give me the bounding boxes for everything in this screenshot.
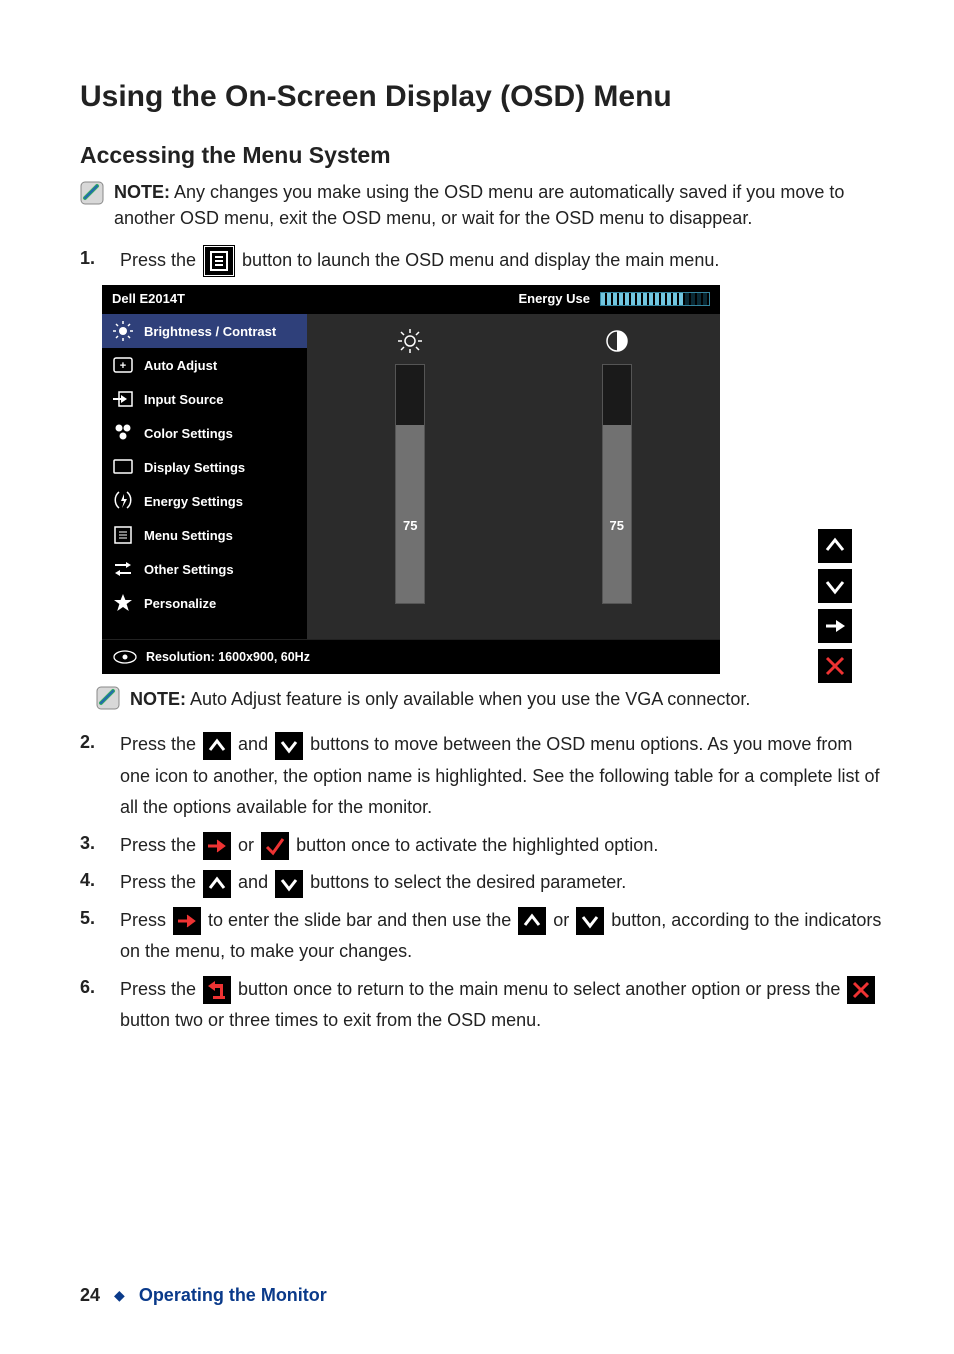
resolution-icon — [112, 648, 138, 666]
step-2-text: Press the and buttons to move between th… — [120, 729, 884, 824]
osd-item-other-settings[interactable]: Other Settings — [102, 552, 307, 586]
note-text: Auto Adjust feature is only available wh… — [186, 689, 750, 709]
osd-model: Dell E2014T — [112, 291, 185, 306]
contrast-large-icon — [604, 328, 630, 354]
energy-use-label: Energy Use — [518, 291, 590, 306]
osd-side-buttons — [818, 529, 852, 683]
energy-use-bar — [600, 292, 710, 306]
enter-button-icon — [173, 907, 201, 935]
nav-enter-button[interactable] — [818, 609, 852, 643]
menu-settings-icon — [112, 525, 134, 545]
step-number: 4. — [80, 867, 106, 899]
step-number: 2. — [80, 729, 106, 824]
contrast-value: 75 — [610, 518, 624, 533]
osd-item-display-settings[interactable]: Display Settings — [102, 450, 307, 484]
exit-button-icon — [847, 976, 875, 1004]
section-title: Operating the Monitor — [139, 1285, 327, 1306]
osd-item-input-source[interactable]: Input Source — [102, 382, 307, 416]
step-5-text: Press to enter the slide bar and then us… — [120, 905, 884, 968]
osd-menu-list: Brightness / Contrast Auto Adjust Input … — [102, 314, 307, 639]
osd-item-personalize[interactable]: Personalize — [102, 586, 307, 620]
up-button-icon — [518, 907, 546, 935]
up-button-icon — [203, 732, 231, 760]
step-number: 5. — [80, 905, 106, 968]
osd-item-color-settings[interactable]: Color Settings — [102, 416, 307, 450]
color-settings-icon — [112, 423, 134, 443]
step-3-text: Press the or button once to activate the… — [120, 830, 884, 862]
step-4-text: Press the and buttons to select the desi… — [120, 867, 884, 899]
back-button-icon — [203, 976, 231, 1004]
note-text: Any changes you make using the OSD menu … — [114, 182, 844, 228]
personalize-icon — [112, 593, 134, 613]
up-button-icon — [203, 870, 231, 898]
osd-item-menu-settings[interactable]: Menu Settings — [102, 518, 307, 552]
step-number: 6. — [80, 974, 106, 1037]
note-auto-adjust: NOTE: Auto Adjust feature is only availa… — [96, 686, 884, 715]
brightness-large-icon — [397, 328, 423, 354]
note-label: NOTE: — [114, 182, 170, 202]
step-number: 3. — [80, 830, 106, 862]
footer-separator-icon: ◆ — [114, 1287, 125, 1304]
page-title: Using the On-Screen Display (OSD) Menu — [80, 80, 884, 114]
menu-button-icon — [203, 245, 235, 277]
down-button-icon — [576, 907, 604, 935]
down-button-icon — [275, 732, 303, 760]
energy-settings-icon — [112, 491, 134, 511]
osd-item-brightness[interactable]: Brightness / Contrast — [102, 314, 307, 348]
osd-item-auto-adjust[interactable]: Auto Adjust — [102, 348, 307, 382]
nav-down-button[interactable] — [818, 569, 852, 603]
page-subtitle: Accessing the Menu System — [80, 142, 884, 169]
note-autosave: NOTE: Any changes you make using the OSD… — [80, 179, 884, 231]
down-button-icon — [275, 870, 303, 898]
step-1-text: Press the button to launch the OSD menu … — [120, 245, 884, 277]
note-icon — [96, 686, 120, 715]
brightness-slider[interactable]: 75 — [307, 314, 514, 639]
page-number: 24 — [80, 1285, 100, 1306]
note-icon — [80, 179, 104, 231]
input-source-icon — [112, 389, 134, 409]
ok-button-icon — [261, 832, 289, 860]
display-settings-icon — [112, 457, 134, 477]
brightness-value: 75 — [403, 518, 417, 533]
nav-up-button[interactable] — [818, 529, 852, 563]
osd-item-energy-settings[interactable]: Energy Settings — [102, 484, 307, 518]
step-number: 1. — [80, 245, 106, 277]
brightness-icon — [112, 321, 134, 341]
nav-exit-button[interactable] — [818, 649, 852, 683]
contrast-slider[interactable]: 75 — [514, 314, 721, 639]
other-settings-icon — [112, 559, 134, 579]
osd-screenshot: Dell E2014T Energy Use Brightness / Cont… — [102, 285, 792, 674]
osd-resolution: Resolution: 1600x900, 60Hz — [146, 650, 310, 664]
enter-button-icon — [203, 832, 231, 860]
page-footer: 24 ◆ Operating the Monitor — [80, 1285, 327, 1306]
note-label: NOTE: — [130, 689, 186, 709]
auto-adjust-icon — [112, 355, 134, 375]
step-6-text: Press the button once to return to the m… — [120, 974, 884, 1037]
